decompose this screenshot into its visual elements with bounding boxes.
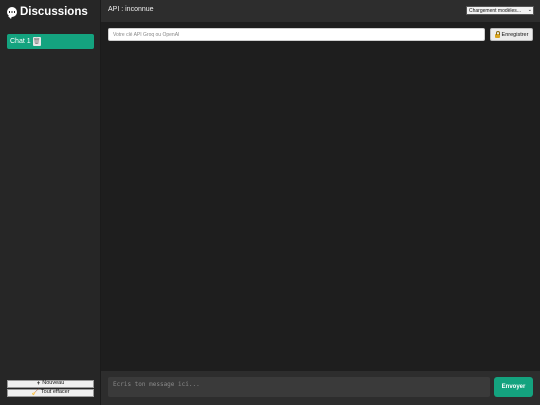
message-placeholder: Ecris ton message ici... (113, 381, 200, 388)
save-key-label: Enregistrer (501, 31, 529, 38)
trash-icon[interactable]: 🗑 (32, 37, 41, 46)
chat-area: Votre clé API Groq ou OpenAI Enregistrer (101, 22, 540, 371)
clear-all-button[interactable]: 🧹 Tout effacer (7, 389, 94, 397)
chat-bubble-icon (7, 7, 17, 19)
send-label: Envoyer (501, 384, 526, 390)
model-select[interactable]: Chargement modèles... ⌄ (466, 6, 534, 15)
top-bar: API : inconnue Chargement modèles... ⌄ (101, 0, 540, 22)
chat-item-1[interactable]: Chat 1 🗑 (7, 34, 94, 49)
send-button[interactable]: Envoyer (494, 377, 533, 397)
clear-all-label: Tout effacer (40, 389, 70, 396)
api-key-input[interactable]: Votre clé API Groq ou OpenAI (108, 28, 485, 41)
composer: Ecris ton message ici... Envoyer (101, 371, 540, 405)
new-chat-label: Nouveau (42, 380, 65, 387)
lock-icon (494, 30, 500, 38)
new-chat-button[interactable]: + Nouveau (7, 380, 94, 388)
message-input[interactable]: Ecris ton message ici... (108, 377, 490, 397)
api-key-placeholder: Votre clé API Groq ou OpenAI (113, 31, 180, 38)
sidebar: Discussions Chat 1 🗑 + Nouveau 🧹 Tout ef… (0, 0, 101, 405)
sidebar-header: Discussions (7, 6, 88, 19)
save-key-button[interactable]: Enregistrer (490, 28, 533, 41)
chat-item-label: Chat 1 (10, 38, 31, 45)
plus-icon: + (36, 381, 41, 387)
chevron-down-icon: ⌄ (527, 7, 532, 13)
api-status: API : inconnue (108, 6, 154, 13)
model-select-value: Chargement modèles... (469, 7, 521, 14)
broom-icon: 🧹 (31, 390, 39, 396)
sidebar-title: Discussions (20, 6, 88, 18)
